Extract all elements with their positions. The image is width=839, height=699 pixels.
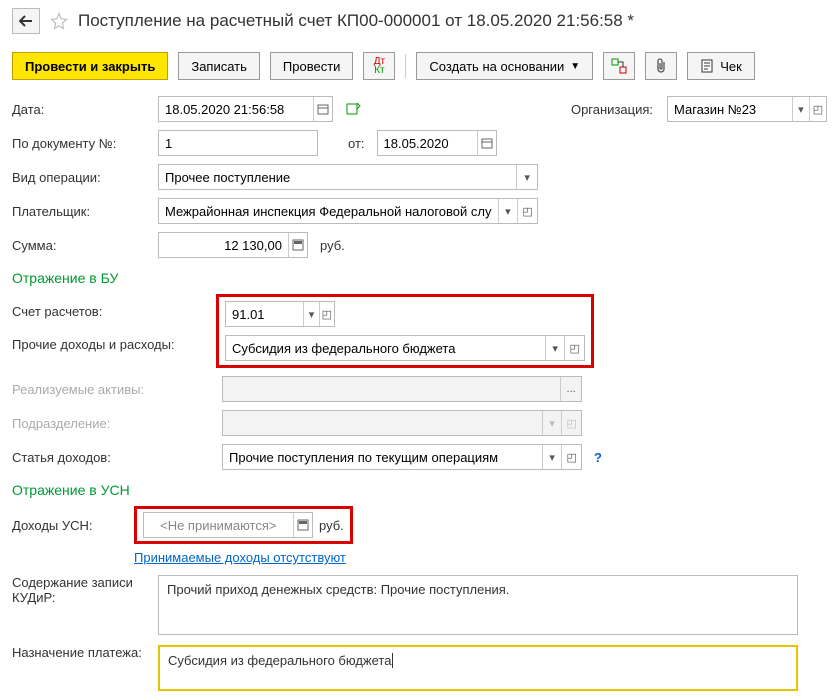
open-icon[interactable]: ◰ xyxy=(319,302,334,326)
calendar-icon[interactable] xyxy=(313,97,332,121)
division-label: Подразделение: xyxy=(12,416,216,431)
check-button[interactable]: Чек xyxy=(687,52,755,80)
back-button[interactable] xyxy=(12,8,40,34)
kudir-text: Прочий приход денежных средств: Прочие п… xyxy=(167,582,509,597)
open-icon[interactable]: ◰ xyxy=(564,336,584,360)
receipt-icon xyxy=(700,59,714,73)
from-field[interactable] xyxy=(377,130,497,156)
chevron-down-icon[interactable]: ▾ xyxy=(545,336,565,360)
doc-num-label: По документу №: xyxy=(12,136,152,151)
op-type-label: Вид операции: xyxy=(12,170,152,185)
date-field[interactable] xyxy=(158,96,333,122)
usn-highlight-box: руб. xyxy=(134,506,353,544)
assets-input xyxy=(223,377,560,401)
bu-highlight-box: ▾ ◰ ▾ ◰ xyxy=(216,294,594,368)
payer-field[interactable]: ▾ ◰ xyxy=(158,198,538,224)
date-label: Дата: xyxy=(12,102,152,117)
purpose-label: Назначение платежа: xyxy=(12,645,152,660)
arrow-left-icon xyxy=(19,15,33,27)
income-input[interactable] xyxy=(223,445,542,469)
star-icon[interactable] xyxy=(50,12,68,30)
open-icon[interactable]: ◰ xyxy=(561,445,581,469)
create-based-label: Создать на основании xyxy=(429,59,564,74)
chevron-down-icon[interactable]: ▾ xyxy=(792,97,809,121)
attach-button[interactable] xyxy=(645,52,677,80)
payer-label: Плательщик: xyxy=(12,204,152,219)
op-type-field[interactable]: ▾ xyxy=(158,164,538,190)
chevron-down-icon[interactable]: ▾ xyxy=(542,445,562,469)
open-icon[interactable]: ◰ xyxy=(809,97,826,121)
paperclip-icon xyxy=(654,58,668,74)
calculator-icon[interactable] xyxy=(293,513,312,537)
create-based-button[interactable]: Создать на основании ▼ xyxy=(416,52,593,80)
usn-income-field[interactable] xyxy=(143,512,313,538)
toolbar-divider xyxy=(405,54,406,78)
chevron-down-icon[interactable]: ▾ xyxy=(542,411,562,435)
usn-link[interactable]: Принимаемые доходы отсутствуют xyxy=(134,550,346,565)
currency-label: руб. xyxy=(320,238,345,253)
open-icon[interactable]: ◰ xyxy=(517,199,537,223)
op-type-input[interactable] xyxy=(159,165,516,189)
kudir-textarea[interactable]: Прочий приход денежных средств: Прочие п… xyxy=(158,575,798,635)
income-field[interactable]: ▾ ◰ xyxy=(222,444,582,470)
kudir-label: Содержание записи КУДиР: xyxy=(12,575,152,605)
calendar-icon[interactable] xyxy=(477,131,495,155)
date-input[interactable] xyxy=(159,97,313,121)
other-input[interactable] xyxy=(226,336,545,360)
check-label: Чек xyxy=(720,59,742,74)
section-usn-title: Отражение в УСН xyxy=(12,482,827,498)
post-close-button[interactable]: Провести и закрыть xyxy=(12,52,168,80)
help-icon[interactable]: ? xyxy=(594,450,602,465)
chevron-down-icon: ▼ xyxy=(570,61,580,72)
payer-input[interactable] xyxy=(159,199,498,223)
write-button[interactable]: Записать xyxy=(178,52,260,80)
income-label: Статья доходов: xyxy=(12,450,216,465)
cursor-icon xyxy=(392,653,393,668)
org-input[interactable] xyxy=(668,97,792,121)
org-label: Организация: xyxy=(571,102,653,117)
calculator-icon[interactable] xyxy=(288,233,307,257)
usn-income-label: Доходы УСН: xyxy=(12,518,128,533)
other-field[interactable]: ▾ ◰ xyxy=(225,335,585,361)
purpose-text: Субсидия из федерального бюджета xyxy=(168,653,391,668)
from-label: от: xyxy=(348,136,365,151)
more-icon[interactable]: ... xyxy=(560,377,581,401)
open-icon[interactable]: ◰ xyxy=(561,411,581,435)
other-label: Прочие доходы и расходы: xyxy=(12,337,216,352)
dtkt-icon: ДтКт xyxy=(374,57,385,75)
doc-num-input[interactable] xyxy=(159,131,317,155)
division-field[interactable]: ▾ ◰ xyxy=(222,410,582,436)
sum-input[interactable] xyxy=(159,233,288,257)
chevron-down-icon[interactable]: ▾ xyxy=(498,199,518,223)
purpose-textarea[interactable]: Субсидия из федерального бюджета xyxy=(158,645,798,691)
division-input xyxy=(223,411,542,435)
account-input[interactable] xyxy=(226,302,303,326)
post-button[interactable]: Провести xyxy=(270,52,354,80)
org-field[interactable]: ▾ ◰ xyxy=(667,96,827,122)
usn-currency-label: руб. xyxy=(319,518,344,533)
assets-label: Реализуемые активы: xyxy=(12,382,216,397)
doc-num-field[interactable] xyxy=(158,130,318,156)
refresh-icon[interactable] xyxy=(345,101,361,117)
chevron-down-icon[interactable]: ▾ xyxy=(303,302,318,326)
usn-income-input[interactable] xyxy=(144,513,293,537)
account-field[interactable]: ▾ ◰ xyxy=(225,301,335,327)
from-input[interactable] xyxy=(378,131,478,155)
assets-field[interactable]: ... xyxy=(222,376,582,402)
section-bu-title: Отражение в БУ xyxy=(12,270,827,286)
sum-label: Сумма: xyxy=(12,238,152,253)
dtkt-button[interactable]: ДтКт xyxy=(363,52,395,80)
related-icon xyxy=(611,58,627,74)
related-button[interactable] xyxy=(603,52,635,80)
sum-field[interactable] xyxy=(158,232,308,258)
account-label: Счет расчетов: xyxy=(12,304,216,319)
page-title: Поступление на расчетный счет КП00-00000… xyxy=(78,11,634,31)
chevron-down-icon[interactable]: ▾ xyxy=(516,165,537,189)
